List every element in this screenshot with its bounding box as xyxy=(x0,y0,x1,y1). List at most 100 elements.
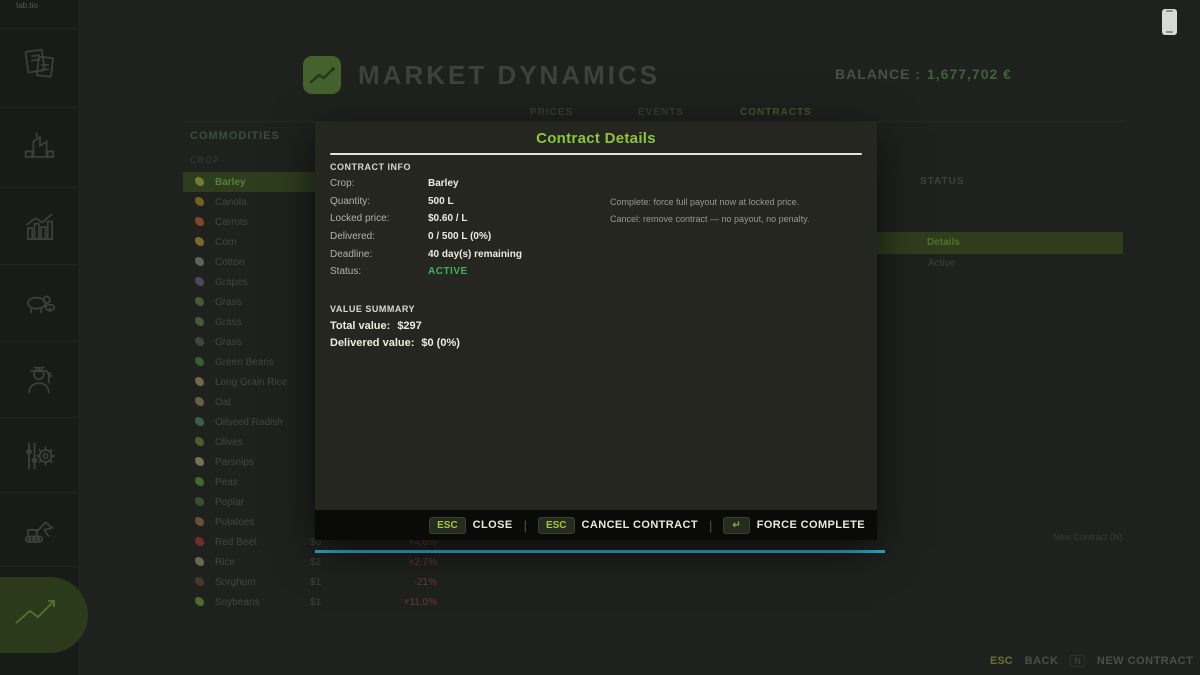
modal-button-bar: ESC CLOSE | ESCCANCEL CONTRACT | ↵ FORCE COMPL… xyxy=(315,510,877,540)
crop-icon xyxy=(195,317,204,326)
farmer-icon[interactable] xyxy=(18,359,62,403)
crop-column-label: CROP xyxy=(190,155,220,165)
total-value-label: Total value: xyxy=(330,320,390,332)
value-summary-section-header: VALUE SUMMARY xyxy=(330,304,415,314)
contract-row-label: Details xyxy=(927,237,960,248)
crop-name: Barley xyxy=(215,177,246,188)
delivered-value: $0 (0%) xyxy=(421,337,460,349)
crop-name: Oat xyxy=(215,397,231,408)
new-contract-hint: New Contract (N) xyxy=(1053,532,1123,542)
contract-info-row: Deadline:40 day(s) remaining xyxy=(330,249,862,267)
crop-change: -21% xyxy=(414,577,437,588)
modal-title: Contract Details xyxy=(315,130,877,147)
crop-icon xyxy=(195,557,204,566)
crop-name: Grass xyxy=(215,297,242,308)
total-value-line: Total value: $297 xyxy=(330,320,422,332)
button-label: CLOSE xyxy=(473,519,513,531)
contract-info-rows: Crop:BarleyQuantity:500 LComplete: force… xyxy=(330,178,862,284)
footer-hints: ESC BACK N NEW CONTRACT xyxy=(990,655,1193,667)
animals-icon[interactable] xyxy=(18,280,62,324)
force-complete-button[interactable]: ↵ FORCE COMPLETE xyxy=(723,517,865,534)
modal-body: Contract Details CONTRACT INFO Crop:Barl… xyxy=(315,122,877,510)
crop-icon xyxy=(195,517,204,526)
info-value: $0.60 / L xyxy=(428,213,467,224)
commodity-row[interactable]: Rice$2+2.7% xyxy=(183,552,445,572)
tab-prices[interactable]: PRICES xyxy=(530,107,573,118)
crop-icon xyxy=(195,217,204,226)
info-value: Barley xyxy=(428,178,459,189)
statistics-icon[interactable] xyxy=(18,205,62,249)
crop-name: Potatoes xyxy=(215,517,254,528)
crop-name: Grapes xyxy=(215,277,248,288)
button-separator: | xyxy=(709,518,712,533)
market-dynamics-nav-tab[interactable] xyxy=(0,577,88,653)
crop-icon xyxy=(195,257,204,266)
esc-key-hint[interactable]: ESC xyxy=(990,655,1013,667)
delivered-value-line: Delivered value:$0 (0%) xyxy=(330,337,460,349)
esc-key-icon: ESC xyxy=(538,517,575,534)
crop-name: Olives xyxy=(215,437,243,448)
crop-icon xyxy=(195,337,204,346)
contract-info-row: Locked price:$0.60 / L Cancel: remove con… xyxy=(330,213,862,231)
esc-key-icon: ESC xyxy=(429,517,466,534)
crop-name: Grass xyxy=(215,317,242,328)
new-contract-button[interactable]: NEW CONTRACT xyxy=(1097,655,1193,667)
info-label: Locked price: xyxy=(330,213,428,224)
info-label: Delivered: xyxy=(330,231,428,242)
contract-info-row: Status:ACTIVE xyxy=(330,266,862,284)
crop-icon xyxy=(195,497,204,506)
crop-icon xyxy=(195,277,204,286)
crop-icon xyxy=(195,377,204,386)
info-hint: Cancel: remove contract — no payout, no … xyxy=(610,214,809,224)
crop-icon xyxy=(195,297,204,306)
rail-separator xyxy=(0,264,80,265)
crop-name: Poplar xyxy=(215,497,244,508)
back-button[interactable]: BACK xyxy=(1025,655,1059,667)
crop-name: Red Beet xyxy=(215,537,257,548)
tab-events[interactable]: EVENTS xyxy=(638,107,684,118)
page-title: MARKET DYNAMICS xyxy=(358,60,660,91)
contract-info-row: Crop:Barley xyxy=(330,178,862,196)
contract-info-section-header: CONTRACT INFO xyxy=(330,162,411,172)
crop-icon xyxy=(195,397,204,406)
debug-text: tab.tio xyxy=(16,1,38,10)
contract-info-row: Quantity:500 LComplete: force full payou… xyxy=(330,196,862,214)
button-label: FORCE COMPLETE xyxy=(757,519,865,531)
commodity-row[interactable]: Sorghum$1-21% xyxy=(183,572,445,592)
status-column-header: STATUS xyxy=(920,176,965,187)
info-hint: Complete: force full payout now at locke… xyxy=(610,197,799,207)
key-n-icon: N xyxy=(1070,655,1085,667)
crop-icon xyxy=(195,357,204,366)
crop-name: Grass xyxy=(215,337,242,348)
documents-icon[interactable] xyxy=(18,43,62,87)
rail-separator xyxy=(0,107,80,108)
crop-name: Cotton xyxy=(215,257,244,268)
rail-separator xyxy=(0,417,80,418)
tab-contracts[interactable]: CONTRACTS xyxy=(740,107,812,118)
production-icon[interactable] xyxy=(18,125,62,169)
machine-settings-icon[interactable] xyxy=(18,434,62,478)
cancel-contract-button[interactable]: ESCCANCEL CONTRACT xyxy=(538,517,698,534)
force-complete-key-icon: ↵ xyxy=(723,517,749,534)
contract-details-modal: Contract Details CONTRACT INFO Crop:Barl… xyxy=(315,122,877,540)
commodity-row[interactable]: Soybeans$1+11.0% xyxy=(183,592,445,612)
total-value: $297 xyxy=(397,320,421,332)
info-value: 40 day(s) remaining xyxy=(428,249,522,260)
selected-row-underline xyxy=(315,550,885,553)
construction-icon[interactable] xyxy=(18,509,62,553)
rail-separator xyxy=(0,28,80,29)
crop-change: +11.0% xyxy=(404,597,437,608)
phone-icon xyxy=(1162,9,1177,35)
crop-price: $1 xyxy=(310,597,321,608)
leaf-logo-icon xyxy=(303,56,341,94)
crop-icon xyxy=(195,537,204,546)
info-label: Deadline: xyxy=(330,249,428,260)
rail-separator xyxy=(0,492,80,493)
close-button[interactable]: ESC CLOSE xyxy=(429,517,512,534)
crop-price: $1 xyxy=(310,577,321,588)
crop-icon xyxy=(195,437,204,446)
button-separator: | xyxy=(524,518,527,533)
crop-icon xyxy=(195,477,204,486)
selected-contract-row[interactable]: Details xyxy=(877,232,1123,254)
crop-name: Parsnips xyxy=(215,457,254,468)
